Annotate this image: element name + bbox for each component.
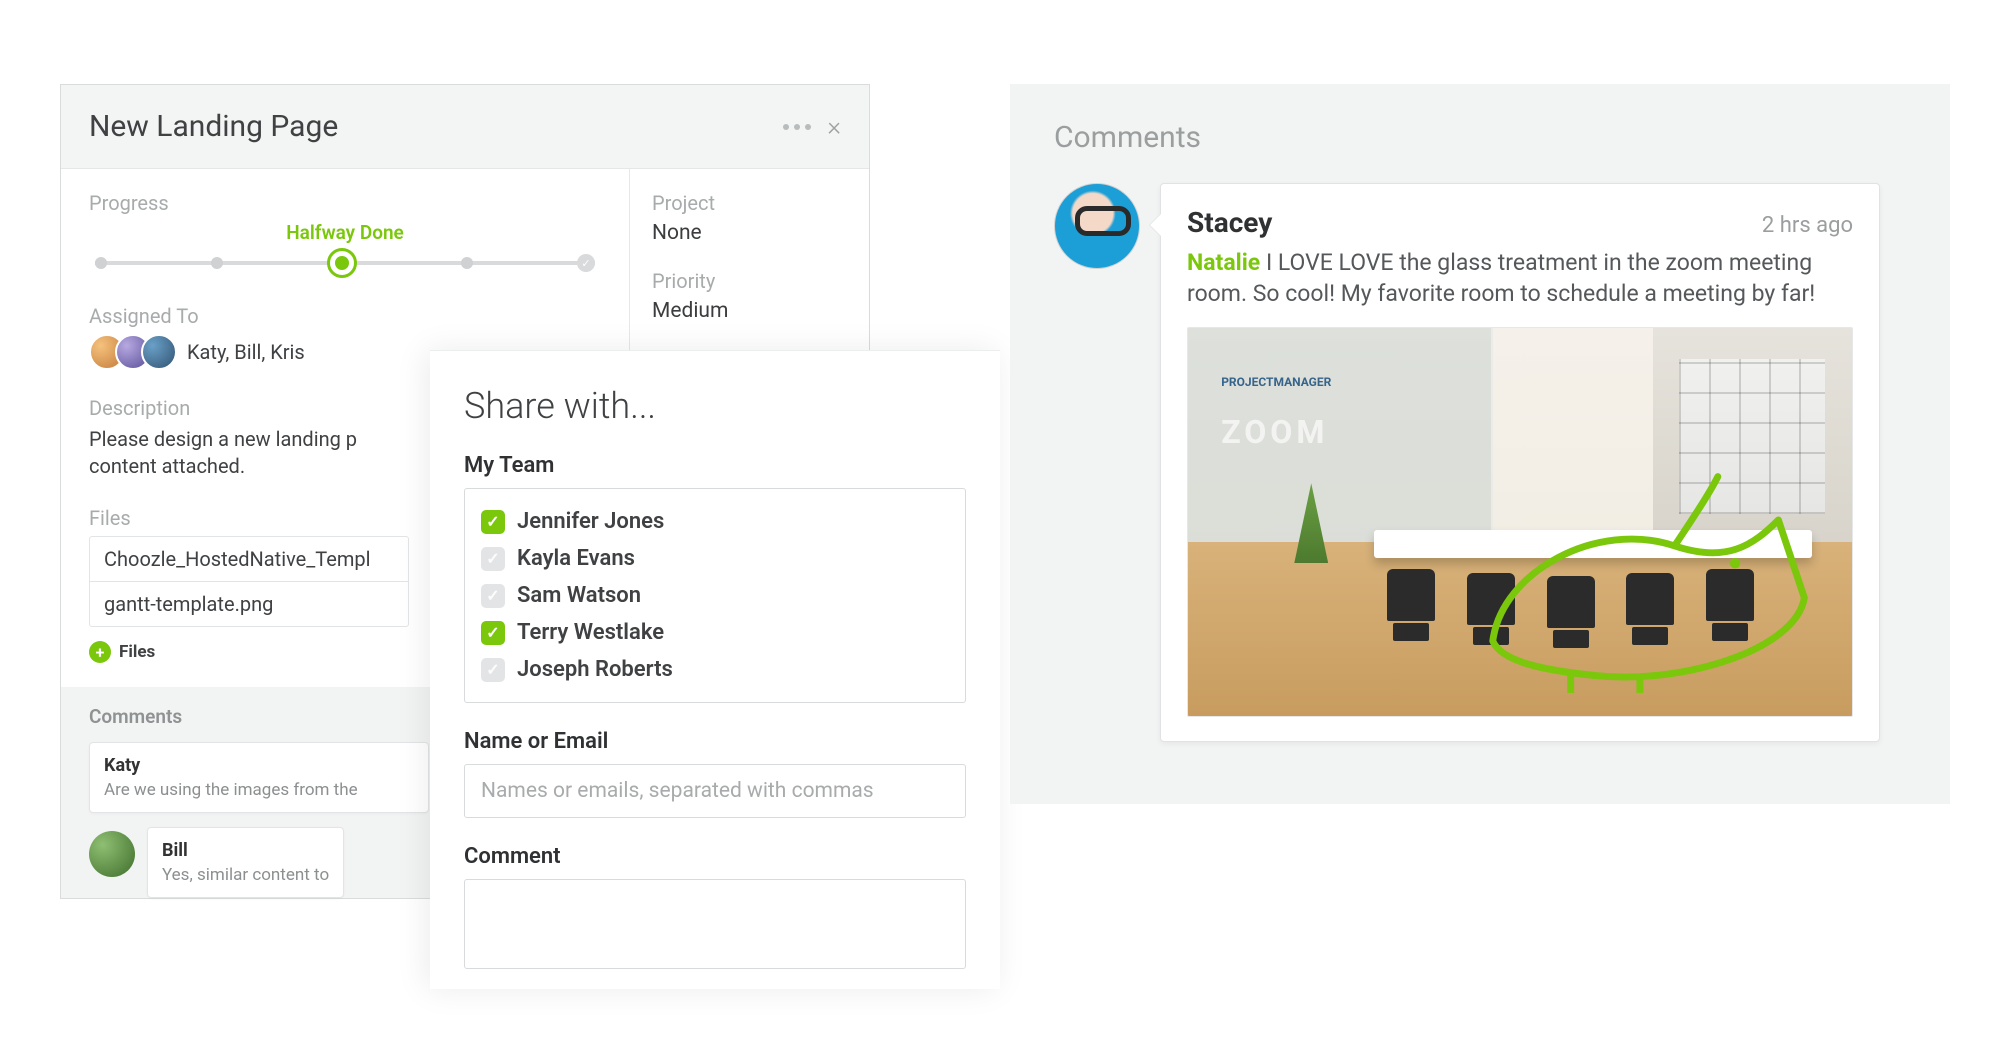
add-files-label: Files [119, 642, 155, 662]
comments-panel: Comments Stacey 2 hrs ago Natalie I LOVE… [1010, 84, 1950, 804]
name-email-input[interactable]: Names or emails, separated with commas [464, 764, 966, 818]
team-member-row[interactable]: Sam Watson [481, 577, 949, 614]
progress-step-5-complete[interactable] [577, 254, 595, 272]
task-comment[interactable]: Bill Yes, similar content to [147, 827, 344, 898]
avatar [89, 831, 135, 877]
task-comment-author: Katy [104, 755, 414, 776]
priority-value[interactable]: Medium [652, 299, 869, 323]
file-item[interactable]: gantt-template.png [90, 582, 408, 626]
files-list: Choozle_HostedNative_Templ gantt-templat… [89, 536, 409, 627]
progress-status: Halfway Done [89, 221, 601, 244]
plus-icon: + [89, 641, 111, 663]
name-email-label: Name or Email [464, 729, 966, 754]
team-member-name: Terry Westlake [517, 620, 664, 645]
my-team-label: My Team [464, 453, 966, 478]
mention[interactable]: Natalie [1187, 249, 1260, 276]
team-member-name: Kayla Evans [517, 546, 635, 571]
progress-step-3-current[interactable] [327, 248, 357, 278]
team-member-row[interactable]: Joseph Roberts [481, 651, 949, 688]
comment-author: Stacey [1187, 206, 1272, 239]
assigned-label: Assigned To [89, 304, 601, 328]
progress-bar[interactable] [95, 252, 595, 274]
share-modal: Share with... My Team Jennifer Jones Kay… [430, 350, 1000, 989]
file-item[interactable]: Choozle_HostedNative_Templ [90, 537, 408, 582]
name-email-placeholder: Names or emails, separated with commas [481, 779, 874, 803]
comment-textarea[interactable] [464, 879, 966, 969]
checkbox-icon[interactable] [481, 510, 505, 534]
task-comment-text: Are we using the images from the [104, 780, 414, 800]
comment-body: Natalie I LOVE LOVE the glass treatment … [1187, 247, 1853, 309]
avatar [141, 334, 177, 370]
checkbox-icon[interactable] [481, 584, 505, 608]
comment-card[interactable]: Stacey 2 hrs ago Natalie I LOVE LOVE the… [1160, 183, 1880, 742]
rhino-line-art-icon [1454, 468, 1826, 693]
team-member-row[interactable]: Terry Westlake [481, 614, 949, 651]
task-comment-author: Bill [162, 840, 329, 861]
checkbox-icon[interactable] [481, 658, 505, 682]
team-list: Jennifer Jones Kayla Evans Sam Watson Te… [464, 488, 966, 703]
progress-label: Progress [89, 191, 601, 215]
task-comment[interactable]: Katy Are we using the images from the [89, 742, 429, 813]
comments-panel-title: Comments [1054, 120, 1906, 155]
share-title: Share with... [464, 385, 966, 427]
comment-attachment-image[interactable]: PROJECTMANAGER ZOOM [1187, 327, 1853, 717]
avatar [1054, 183, 1140, 269]
progress-step-1[interactable] [95, 257, 107, 269]
more-options-icon[interactable] [783, 124, 811, 130]
task-title: New Landing Page [89, 109, 338, 144]
close-icon[interactable]: × [827, 112, 841, 142]
priority-label: Priority [652, 269, 869, 293]
progress-section: Progress Halfway Done [89, 191, 601, 274]
task-header-controls: × [783, 112, 841, 142]
comment-header: Stacey 2 hrs ago [1187, 206, 1853, 239]
assignee-names: Katy, Bill, Kris [187, 340, 305, 364]
project-label: Project [652, 191, 869, 215]
team-member-name: Sam Watson [517, 583, 641, 608]
task-comment-text: Yes, similar content to [162, 865, 329, 885]
team-member-name: Joseph Roberts [517, 657, 673, 682]
project-value[interactable]: None [652, 221, 869, 245]
comment-text: I LOVE LOVE the glass treatment in the z… [1187, 249, 1815, 307]
checkbox-icon[interactable] [481, 547, 505, 571]
task-header: New Landing Page × [61, 85, 869, 169]
progress-step-4[interactable] [461, 257, 473, 269]
comment-field-label: Comment [464, 844, 966, 869]
team-member-name: Jennifer Jones [517, 509, 664, 534]
comment-row: Stacey 2 hrs ago Natalie I LOVE LOVE the… [1054, 183, 1906, 742]
team-member-row[interactable]: Kayla Evans [481, 540, 949, 577]
progress-step-2[interactable] [211, 257, 223, 269]
checkbox-icon[interactable] [481, 621, 505, 645]
comment-timestamp: 2 hrs ago [1762, 213, 1853, 238]
projectmanager-logo: PROJECTMANAGER [1221, 375, 1331, 389]
assignee-avatar-stack [89, 334, 177, 370]
zoom-room-label: ZOOM [1221, 413, 1328, 451]
team-member-row[interactable]: Jennifer Jones [481, 503, 949, 540]
